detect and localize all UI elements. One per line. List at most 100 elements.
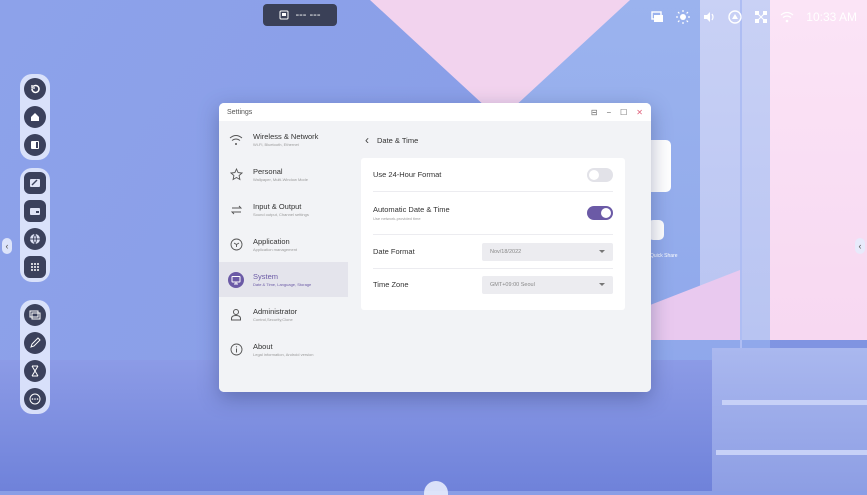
cube-icon: [228, 237, 244, 253]
nav-label: Personal: [253, 167, 283, 176]
nav-item-personal[interactable]: Personal Wallpaper, Multi-Window Mode: [219, 157, 348, 192]
swap-arrows-icon: [228, 202, 244, 218]
more-button[interactable]: [24, 388, 46, 410]
nav-label: Wireless & Network: [253, 132, 319, 141]
settings-content: ‹ Date & Time Use 24-Hour Format Automat…: [348, 121, 651, 392]
all-apps-button[interactable]: [24, 256, 46, 278]
sidebar-group-top: [20, 74, 50, 160]
close-button[interactable]: ✕: [636, 108, 643, 117]
nav-label: System: [253, 272, 279, 281]
screen-mirror-button[interactable]: [24, 304, 46, 326]
recents-icon: [31, 141, 39, 149]
screen-share-icon[interactable]: [650, 10, 664, 24]
network-icon[interactable]: [754, 10, 768, 24]
nav-item-input-output[interactable]: Input & Output Sound output, Channel sett…: [219, 192, 348, 227]
background-shape: [370, 0, 630, 120]
date-time-card: Use 24-Hour Format Automatic Date & Time…: [361, 158, 625, 310]
row-label: Use 24-Hour Format: [373, 170, 442, 179]
maximize-button[interactable]: ☐: [620, 108, 627, 117]
home-icon: [31, 113, 39, 121]
nav-label: Administrator: [253, 307, 298, 316]
wallet-app-button[interactable]: [24, 200, 46, 222]
left-edge-handle[interactable]: ‹: [2, 238, 12, 254]
annotate-button[interactable]: [24, 332, 46, 354]
split-window-icon[interactable]: ⊟: [591, 108, 598, 117]
star-icon: [228, 167, 244, 183]
time-zone-select[interactable]: GMT+09:00 Seoul: [482, 275, 613, 294]
volume-icon[interactable]: [702, 10, 716, 24]
info-icon: [228, 342, 244, 358]
date-format-select[interactable]: Nov/18/2022: [482, 242, 613, 261]
back-button[interactable]: [24, 78, 46, 100]
window-titlebar: Settings ⊟ − ☐ ✕: [219, 103, 651, 121]
browser-button[interactable]: [24, 228, 46, 250]
wifi-icon[interactable]: [780, 10, 794, 24]
nav-item-system[interactable]: System Date & Time, Language, Storage: [219, 262, 348, 297]
page-header: ‹ Date & Time: [348, 121, 651, 159]
nav-label: Application: [253, 237, 290, 246]
row-time-zone[interactable]: Time Zone GMT+09:00 Seoul: [361, 268, 625, 301]
nav-sublabel: Legal information, Android version: [253, 352, 314, 357]
nav-item-wireless[interactable]: Wireless & Network Wi-Fi, Bluetooth, Ethe…: [219, 122, 348, 157]
back-icon: [31, 84, 40, 94]
top-source-text: --- ---: [295, 9, 321, 21]
chevron-down-icon: [599, 283, 605, 286]
row-date-format[interactable]: Date Format Nov/18/2022: [361, 235, 625, 268]
recents-button[interactable]: [24, 134, 46, 156]
row-label: Time Zone: [373, 280, 409, 289]
grid-icon: [31, 263, 39, 271]
more-icon: [29, 393, 41, 405]
screen-share-icon: [29, 310, 41, 320]
toggle-auto-date-time[interactable]: [587, 206, 613, 220]
nav-sublabel: Date & Time, Language, Storage: [253, 282, 312, 287]
cloud-icon[interactable]: [728, 10, 742, 24]
whiteboard-icon: [30, 179, 40, 187]
home-button[interactable]: [24, 106, 46, 128]
system-tray: 10:33 AM: [650, 10, 857, 24]
hourglass-icon: [31, 365, 39, 377]
background-panel: [770, 0, 867, 340]
window-title: Settings: [227, 108, 253, 116]
nav-item-application[interactable]: Application Application management: [219, 227, 348, 262]
chevron-left-icon: ‹: [5, 241, 9, 251]
nav-item-administrator[interactable]: Administrator Control,Security,Clone: [219, 297, 348, 332]
monitor-icon: [228, 271, 244, 288]
chevron-down-icon: [599, 250, 605, 253]
select-value: GMT+09:00 Seoul: [490, 281, 535, 288]
row-24-hour[interactable]: Use 24-Hour Format: [361, 158, 625, 191]
desktop-widget-label: Quick Share: [650, 253, 678, 259]
toggle-24-hour[interactable]: [587, 167, 613, 182]
top-source-pill[interactable]: --- ---: [263, 4, 337, 26]
background-stair-edge: [716, 450, 867, 455]
background-stair-edge: [722, 400, 867, 405]
globe-icon: [30, 233, 40, 245]
nav-label: Input & Output: [253, 202, 302, 211]
row-label: Automatic Date & Time: [373, 205, 450, 214]
card-icon: [30, 208, 40, 215]
display-icon: [279, 10, 289, 20]
nav-sublabel: Application management: [253, 247, 298, 252]
settings-nav: Wireless & Network Wi-Fi, Bluetooth, Ethe…: [219, 121, 348, 392]
right-edge-handle[interactable]: ‹: [855, 238, 865, 254]
background-stairs: [712, 348, 867, 491]
divider: [373, 191, 613, 192]
sidebar-group-apps: [20, 168, 50, 282]
select-value: Nov/18/2022: [490, 248, 522, 255]
minimize-button[interactable]: −: [606, 108, 611, 117]
sidebar-group-tools: [20, 300, 50, 414]
clock-text: 10:33 AM: [806, 10, 857, 24]
chevron-left-icon[interactable]: ‹: [365, 133, 369, 147]
chevron-left-icon: ‹: [858, 241, 862, 251]
brightness-icon[interactable]: [676, 10, 691, 24]
nav-item-about[interactable]: About Legal information, Android version: [219, 332, 348, 367]
row-auto-date-time[interactable]: Automatic Date & Time Use network-provide…: [361, 196, 625, 230]
nav-sublabel: Control,Security,Clone: [253, 317, 293, 322]
page-title: Date & Time: [377, 135, 419, 145]
nav-sublabel: Sound output, Channel settings: [253, 212, 309, 217]
row-label: Date Format: [373, 247, 415, 256]
whiteboard-button[interactable]: [24, 172, 46, 194]
pencil-icon: [30, 337, 41, 348]
user-icon: [228, 307, 244, 323]
nav-label: About: [253, 342, 273, 351]
timer-button[interactable]: [24, 360, 46, 382]
